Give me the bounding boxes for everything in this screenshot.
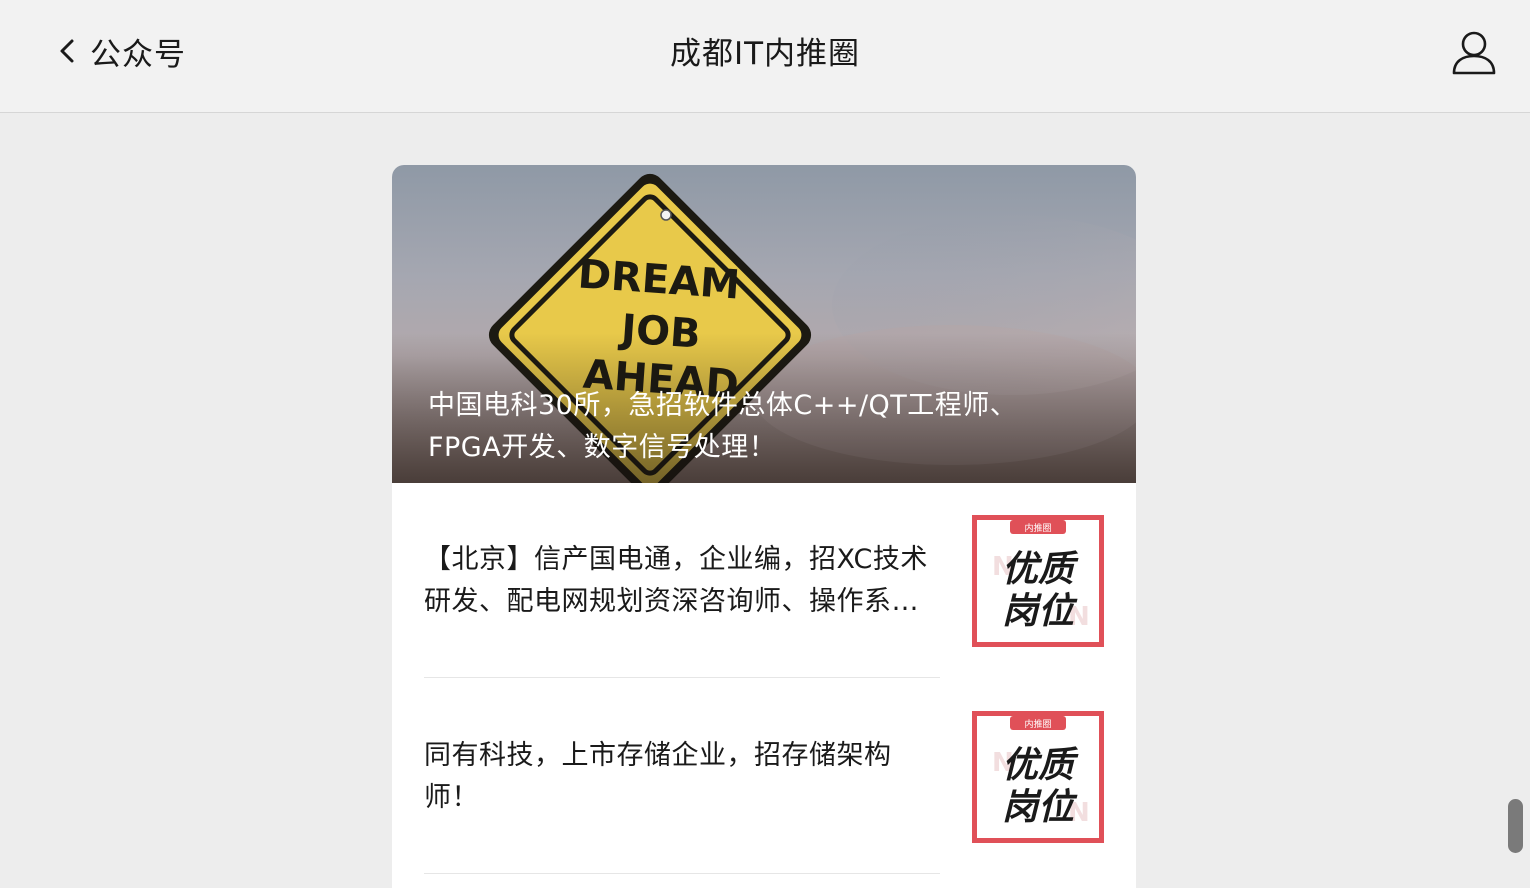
thumb-line-1: 优质 xyxy=(1002,549,1079,590)
hero-title: 中国电科30所，急招软件总体C++/QT工程师、FPGA开发、数字信号处理！ xyxy=(428,390,1018,463)
article-title-text: 【北京】信产国电通，企业编，招XC技术研发、配电网规划资深咨询师、操作系统工程师… xyxy=(424,544,928,617)
nav-header: 公众号 成都IT内推圈 xyxy=(0,0,1530,113)
divider xyxy=(424,873,940,874)
thumb-badge: 内推圈 xyxy=(1024,718,1051,730)
divider xyxy=(424,677,940,678)
article-title-text: 同有科技，上市存储企业，招存储架构师！ xyxy=(424,740,892,813)
scrollbar-thumb[interactable] xyxy=(1508,799,1523,853)
article-list-page: 公众号 成都IT内推圈 DREAM 中国电科30所，急招软件总体C++/QT工程… xyxy=(0,0,1530,888)
thumb-line-2: 岗位 xyxy=(1002,787,1078,828)
article-title: 同有科技，上市存储企业，招存储架构师！ xyxy=(424,679,940,875)
article-title: 【北京】信产国电通，企业编，招XC技术研发、配电网规划资深咨询师、操作系统工程师… xyxy=(424,483,940,679)
article-thumbnail: N N 内推圈 优质 岗位 xyxy=(972,711,1104,843)
thumb-badge: 内推圈 xyxy=(1024,522,1051,534)
thumb-line-2: 岗位 xyxy=(1002,591,1078,632)
list-item[interactable]: 【北京】信产国电通，企业编，招XC技术研发、配电网规划资深咨询师、操作系统工程师… xyxy=(424,483,1104,679)
page-title: 成都IT内推圈 xyxy=(669,36,861,72)
list-item[interactable]: 同有科技，上市存储企业，招存储架构师！ N N 内推圈 优质 岗位 xyxy=(424,679,1104,875)
article-card: DREAM JOB AHEAD 中国电科30所，急招软件总体C++/QT工程师、… xyxy=(392,165,1136,888)
article-thumbnail: N N 内推圈 优质 岗位 xyxy=(972,515,1104,647)
thumb-line-1: 优质 xyxy=(1002,745,1079,786)
hero-article[interactable]: DREAM JOB AHEAD 中国电科30所，急招软件总体C++/QT工程师、… xyxy=(392,165,1136,483)
user-profile-icon[interactable] xyxy=(1450,30,1498,76)
